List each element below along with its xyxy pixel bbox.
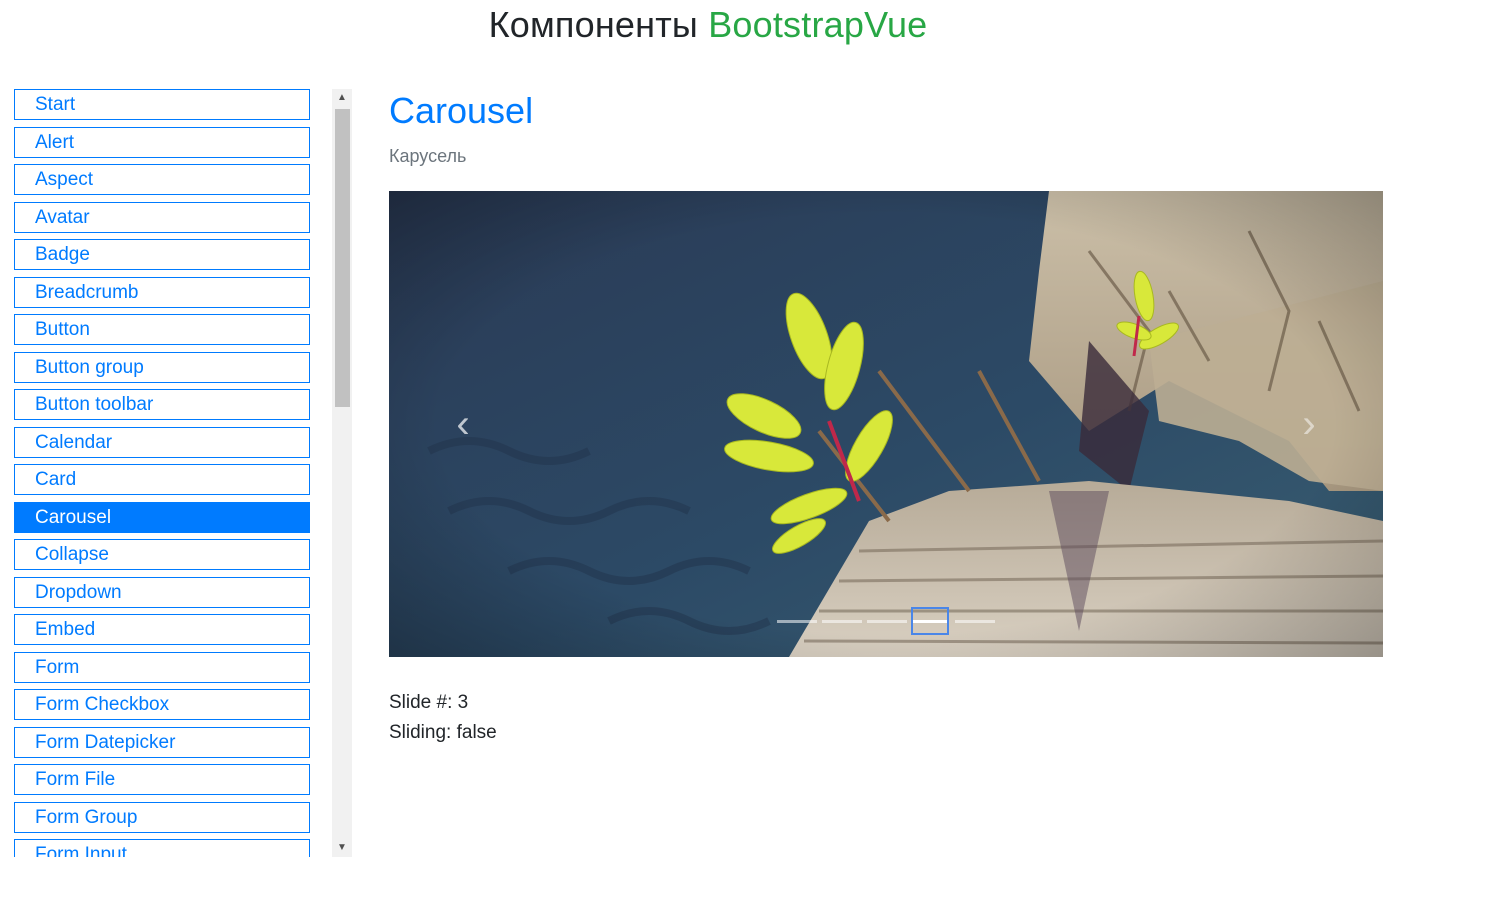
sidebar-item-aspect[interactable]: Aspect — [14, 164, 310, 195]
carousel[interactable]: ‹ › — [389, 191, 1383, 657]
scroll-down-arrow-icon[interactable]: ▼ — [332, 839, 352, 857]
carousel-indicator-4[interactable] — [911, 607, 949, 635]
carousel-indicator-2[interactable] — [822, 620, 862, 623]
sidebar-item-breadcrumb[interactable]: Breadcrumb — [14, 277, 310, 308]
sidebar-scrollbar[interactable]: ▲ ▼ — [332, 89, 352, 857]
page-title-prefix: Компоненты — [488, 4, 698, 45]
sidebar-item-form[interactable]: Form — [14, 652, 310, 683]
scroll-up-arrow-icon[interactable]: ▲ — [332, 89, 352, 107]
page-title-brand: BootstrapVue — [708, 4, 928, 45]
sidebar-item-form-group[interactable]: Form Group — [14, 802, 310, 833]
component-heading: Carousel — [389, 90, 534, 131]
sidebar-item-badge[interactable]: Badge — [14, 239, 310, 270]
sidebar-item-button-group[interactable]: Button group — [14, 352, 310, 383]
sidebar-item-form-input[interactable]: Form Input — [14, 839, 310, 857]
sidebar-item-embed[interactable]: Embed — [14, 614, 310, 645]
sidebar-item-dropdown[interactable]: Dropdown — [14, 577, 310, 608]
sidebar-item-button-toolbar[interactable]: Button toolbar — [14, 389, 310, 420]
sidebar-item-button[interactable]: Button — [14, 314, 310, 345]
sidebar-item-alert[interactable]: Alert — [14, 127, 310, 158]
sidebar-item-form-file[interactable]: Form File — [14, 764, 310, 795]
sidebar-item-card[interactable]: Card — [14, 464, 310, 495]
page-title: Компоненты BootstrapVue — [0, 4, 1416, 46]
sliding-state-text: Sliding: false — [389, 722, 497, 743]
sidebar-item-avatar[interactable]: Avatar — [14, 202, 310, 233]
scrollbar-thumb[interactable] — [335, 109, 350, 407]
sidebar: Start Alert Aspect Avatar Badge Breadcru… — [14, 89, 352, 857]
carousel-indicator-1[interactable] — [777, 620, 817, 623]
component-subtitle: Карусель — [389, 146, 467, 166]
carousel-next-chevron-right-icon[interactable]: › — [1291, 396, 1327, 452]
sidebar-item-calendar[interactable]: Calendar — [14, 427, 310, 458]
slide-number-text: Slide #: 3 — [389, 692, 469, 713]
sidebar-item-form-checkbox[interactable]: Form Checkbox — [14, 689, 310, 720]
carousel-indicator-3[interactable] — [867, 620, 907, 623]
sidebar-item-carousel[interactable]: Carousel — [14, 502, 310, 533]
sidebar-item-form-datepicker[interactable]: Form Datepicker — [14, 727, 310, 758]
sidebar-item-collapse[interactable]: Collapse — [14, 539, 310, 570]
carousel-prev-chevron-left-icon[interactable]: ‹ — [445, 396, 481, 452]
carousel-slide-image — [389, 191, 1383, 657]
carousel-indicator-5[interactable] — [955, 620, 995, 623]
sidebar-item-start[interactable]: Start — [14, 89, 310, 120]
